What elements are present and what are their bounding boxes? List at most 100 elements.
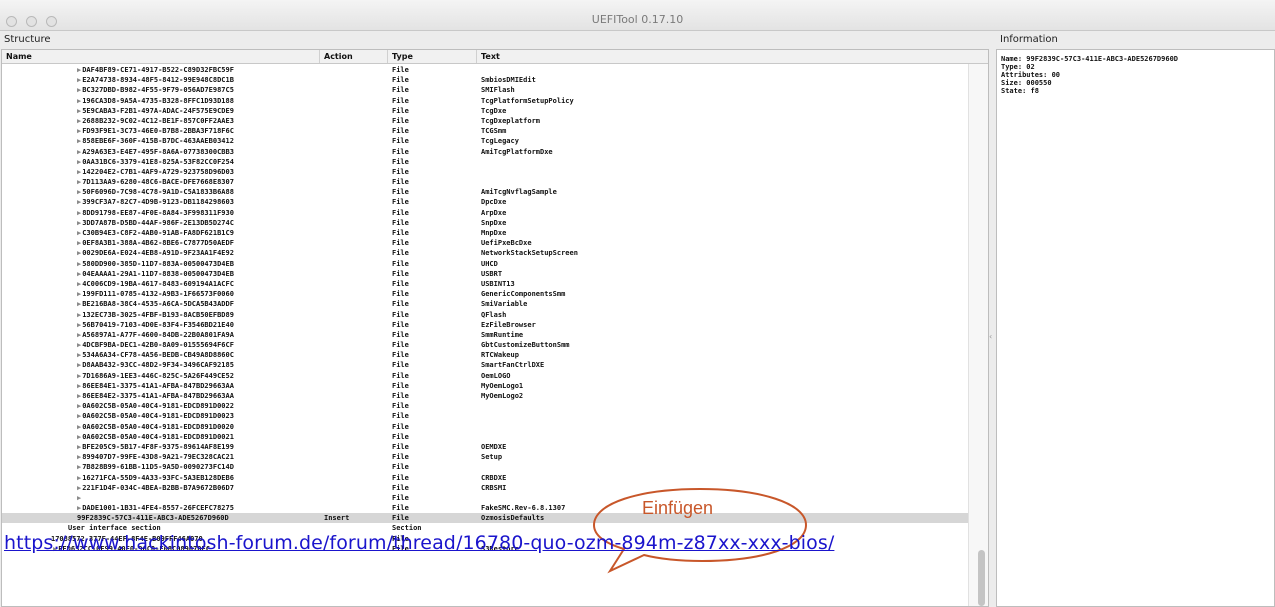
expand-arrow-icon[interactable]: ▶ [77, 412, 81, 420]
column-header-type[interactable]: Type [388, 50, 477, 63]
tree-row[interactable]: ▶0A602C5B-05A0-40C4-9181-EDCD891D0020 Fil… [2, 422, 970, 432]
expand-arrow-icon[interactable]: ▶ [77, 76, 81, 84]
expand-arrow-icon[interactable]: ▶ [77, 504, 81, 512]
tree-row[interactable]: ▶86EE84E2-3375-41A1-AFBA-847BD29663AA Fil… [2, 391, 970, 401]
tree-row[interactable]: ▶899407D7-99FE-43D8-9A21-79EC328CAC21 Fil… [2, 452, 970, 462]
row-name: ▶A29A63E3-E4E7-495F-8A6A-07738300CBB3 [2, 147, 389, 157]
expand-arrow-icon[interactable]: ▶ [77, 484, 81, 492]
tree-row[interactable]: ▶4C006CD9-19BA-4617-8483-609194A1ACFC Fil… [2, 279, 970, 289]
expand-arrow-icon[interactable]: ▶ [77, 351, 81, 359]
expand-arrow-icon[interactable]: ▶ [77, 219, 81, 227]
tree-row[interactable]: ▶2688B232-9C02-4C12-BE1F-857C0FF2AAE3 Fil… [2, 116, 970, 126]
tree-row[interactable]: ▶DAF4BF89-CE71-4917-B522-C89D32FBC59F Fil… [2, 65, 970, 75]
expand-arrow-icon[interactable]: ▶ [77, 382, 81, 390]
tree-row[interactable]: ▶0A602C5B-05A0-40C4-9181-EDCD891D0021 Fil… [2, 432, 970, 442]
tree-row[interactable]: ▶E2A74738-8934-48F5-8412-99E948C8DC1B Fil… [2, 75, 970, 85]
tree-row[interactable]: ▶580DD900-385D-11D7-883A-00500473D4EB Fil… [2, 259, 970, 269]
tree-row[interactable]: ▶132EC73B-3025-4FBF-B193-8ACB50EFBD89 Fil… [2, 310, 970, 320]
tree-row[interactable]: ▶A56897A1-A77F-4600-84DB-22B0A801FA9A Fil… [2, 330, 970, 340]
expand-arrow-icon[interactable]: ▶ [77, 453, 81, 461]
expand-arrow-icon[interactable]: ▶ [77, 280, 81, 288]
tree-row[interactable]: ▶142204E2-C7B1-4AF9-A729-923758D96D03 Fil… [2, 167, 970, 177]
vertical-scrollbar[interactable] [968, 64, 988, 606]
tree-row[interactable]: ▶199FD111-0785-4132-A9B3-1F66573F0060 Fil… [2, 289, 970, 299]
expand-arrow-icon[interactable]: ▶ [77, 300, 81, 308]
expand-arrow-icon[interactable]: ▶ [77, 168, 81, 176]
tree-row[interactable]: ▶56B70419-7103-4D0E-83F4-F3546BD21E40 Fil… [2, 320, 970, 330]
tree-row[interactable]: ▶DADE1001-1B31-4FE4-8557-26FCEFC78275 Fil… [2, 503, 970, 513]
tree-row[interactable]: ▶399CF3A7-82C7-4D9B-9123-DB1184298603 Fil… [2, 197, 970, 207]
expand-arrow-icon[interactable]: ▶ [77, 474, 81, 482]
tree-row[interactable]: ▶534A6A34-CF78-4A56-BEDB-CB49A8D8860C Fil… [2, 350, 970, 360]
expand-arrow-icon[interactable]: ▶ [77, 392, 81, 400]
expand-arrow-icon[interactable]: ▶ [77, 66, 81, 74]
expand-arrow-icon[interactable]: ▶ [77, 249, 81, 257]
expand-arrow-icon[interactable]: ▶ [77, 178, 81, 186]
tree-row[interactable]: ▶50F6096D-7C98-4C78-9A1D-C5A1833B6A88 Fil… [2, 187, 970, 197]
tree-row[interactable]: ▶5E9CABA3-F2B1-497A-ADAC-24F575E9CDE9 Fil… [2, 106, 970, 116]
tree-row[interactable]: ▶BC327DBD-B982-4F55-9F79-056AD7E987C5 Fil… [2, 85, 970, 95]
tree-row[interactable]: ▶3DD7A87B-D5BD-44AF-986F-2E13DB5D274C Fil… [2, 218, 970, 228]
expand-arrow-icon[interactable]: ▶ [77, 372, 81, 380]
tree-row[interactable]: ▶ File [2, 493, 970, 503]
expand-arrow-icon[interactable]: ▶ [77, 188, 81, 196]
expand-arrow-icon[interactable]: ▶ [77, 270, 81, 278]
tree-row[interactable]: ▶7D1686A9-1EE3-446C-825C-5A26F449CE52 Fil… [2, 371, 970, 381]
tree-row[interactable]: ▶0A602C5B-05A0-40C4-9181-EDCD891D0022 Fil… [2, 401, 970, 411]
tree-row[interactable]: ▶0A602C5B-05A0-40C4-9181-EDCD891D0023 Fil… [2, 411, 970, 421]
expand-arrow-icon[interactable]: ▶ [77, 86, 81, 94]
expand-arrow-icon[interactable]: ▶ [77, 321, 81, 329]
tree-row[interactable]: ▶8DD91798-EE87-4F0E-8A84-3F998311F930 Fil… [2, 208, 970, 218]
tree-row[interactable]: ▶0AA31BC6-3379-41E8-825A-53F82CC0F254 Fil… [2, 157, 970, 167]
expand-arrow-icon[interactable]: ▶ [77, 341, 81, 349]
tree-row[interactable]: ▶858EBE6F-360F-415B-B7DC-463AAEB03412 Fil… [2, 136, 970, 146]
forum-url-link[interactable]: https://www.hackintosh-forum.de/forum/th… [4, 532, 834, 554]
expand-arrow-icon[interactable]: ▶ [77, 198, 81, 206]
tree-row[interactable]: ▶16271FCA-55D9-4A33-93FC-5A3EB128DEB6 Fil… [2, 473, 970, 483]
callout-text: Einfügen [642, 498, 714, 518]
tree-row[interactable]: ▶7B828B99-61BB-11D5-9A5D-0090273FC14D Fil… [2, 462, 970, 472]
scrollbar-thumb[interactable] [978, 550, 985, 606]
expand-arrow-icon[interactable]: ▶ [77, 361, 81, 369]
column-header-action[interactable]: Action [320, 50, 388, 63]
expand-arrow-icon[interactable]: ▶ [77, 433, 81, 441]
expand-arrow-icon[interactable]: ▶ [77, 127, 81, 135]
expand-arrow-icon[interactable]: ▶ [77, 494, 81, 502]
expand-arrow-icon[interactable]: ▶ [77, 158, 81, 166]
structure-tree[interactable]: Name Action Type Text ▶DAF4BF89-CE71-491… [1, 49, 989, 607]
tree-row[interactable]: ▶86EE84E1-3375-41A1-AFBA-847BD29663AA Fil… [2, 381, 970, 391]
tree-row[interactable]: ▶D8AAB432-93CC-48D2-9F34-3496CAF92185 Fil… [2, 360, 970, 370]
expand-arrow-icon[interactable]: ▶ [77, 260, 81, 268]
tree-row[interactable]: ▶221F1D4F-034C-4BEA-B2BB-B7A9672B06D7 Fil… [2, 483, 970, 493]
expand-arrow-icon[interactable]: ▶ [77, 423, 81, 431]
tree-row[interactable]: ▶7D113AA9-6280-48C6-BACE-DFE7668E8307 Fil… [2, 177, 970, 187]
expand-arrow-icon[interactable]: ▶ [77, 402, 81, 410]
expand-arrow-icon[interactable]: ▶ [77, 290, 81, 298]
tree-row[interactable]: ▶0029DE6A-E024-4EB8-A91D-9F23AA1F4E92 Fil… [2, 248, 970, 258]
tree-row[interactable]: ▶C30B94E3-C8F2-4AB0-91AB-FA8DF621B1C9 Fil… [2, 228, 970, 238]
expand-arrow-icon[interactable]: ▶ [77, 239, 81, 247]
expand-arrow-icon[interactable]: ▶ [77, 443, 81, 451]
expand-arrow-icon[interactable]: ▶ [77, 229, 81, 237]
expand-arrow-icon[interactable]: ▶ [77, 463, 81, 471]
tree-row[interactable]: ▶FD93F9E1-3C73-46E0-B7B8-2BBA3F718F6C Fil… [2, 126, 970, 136]
tree-row[interactable]: ▶BE216BA8-38C4-4535-A6CA-5DCA5B43ADDF Fil… [2, 299, 970, 309]
column-header-text[interactable]: Text [477, 50, 968, 63]
expand-arrow-icon[interactable]: ▶ [77, 331, 81, 339]
panel-splitter[interactable]: ‹ [989, 49, 996, 607]
tree-row[interactable]: 99F2839C-57C3-411E-ABC3-ADE5267D960D Inse… [2, 513, 970, 524]
expand-arrow-icon[interactable]: ▶ [77, 137, 81, 145]
expand-arrow-icon[interactable]: ▶ [77, 148, 81, 156]
expand-arrow-icon[interactable]: ▶ [77, 107, 81, 115]
expand-arrow-icon[interactable]: ▶ [77, 209, 81, 217]
tree-row[interactable]: ▶196CA3D8-9A5A-4735-B328-8FFC1D93D188 Fil… [2, 96, 970, 106]
expand-arrow-icon[interactable]: ▶ [77, 117, 81, 125]
tree-row[interactable]: ▶BFE205C9-5B17-4F8F-9375-89614AF8E199 Fil… [2, 442, 970, 452]
column-header-name[interactable]: Name [2, 50, 320, 63]
tree-row[interactable]: ▶0EF8A3B1-388A-4B62-8BE6-C7877D50AEDF Fil… [2, 238, 970, 248]
expand-arrow-icon[interactable]: ▶ [77, 97, 81, 105]
tree-row[interactable]: ▶A29A63E3-E4E7-495F-8A6A-07738300CBB3 Fil… [2, 147, 970, 157]
expand-arrow-icon[interactable]: ▶ [77, 311, 81, 319]
tree-row[interactable]: ▶4DCBF9BA-DEC1-42B0-8A09-01555694F6CF Fil… [2, 340, 970, 350]
tree-row[interactable]: ▶04EAAAA1-29A1-11D7-8838-00500473D4EB Fil… [2, 269, 970, 279]
